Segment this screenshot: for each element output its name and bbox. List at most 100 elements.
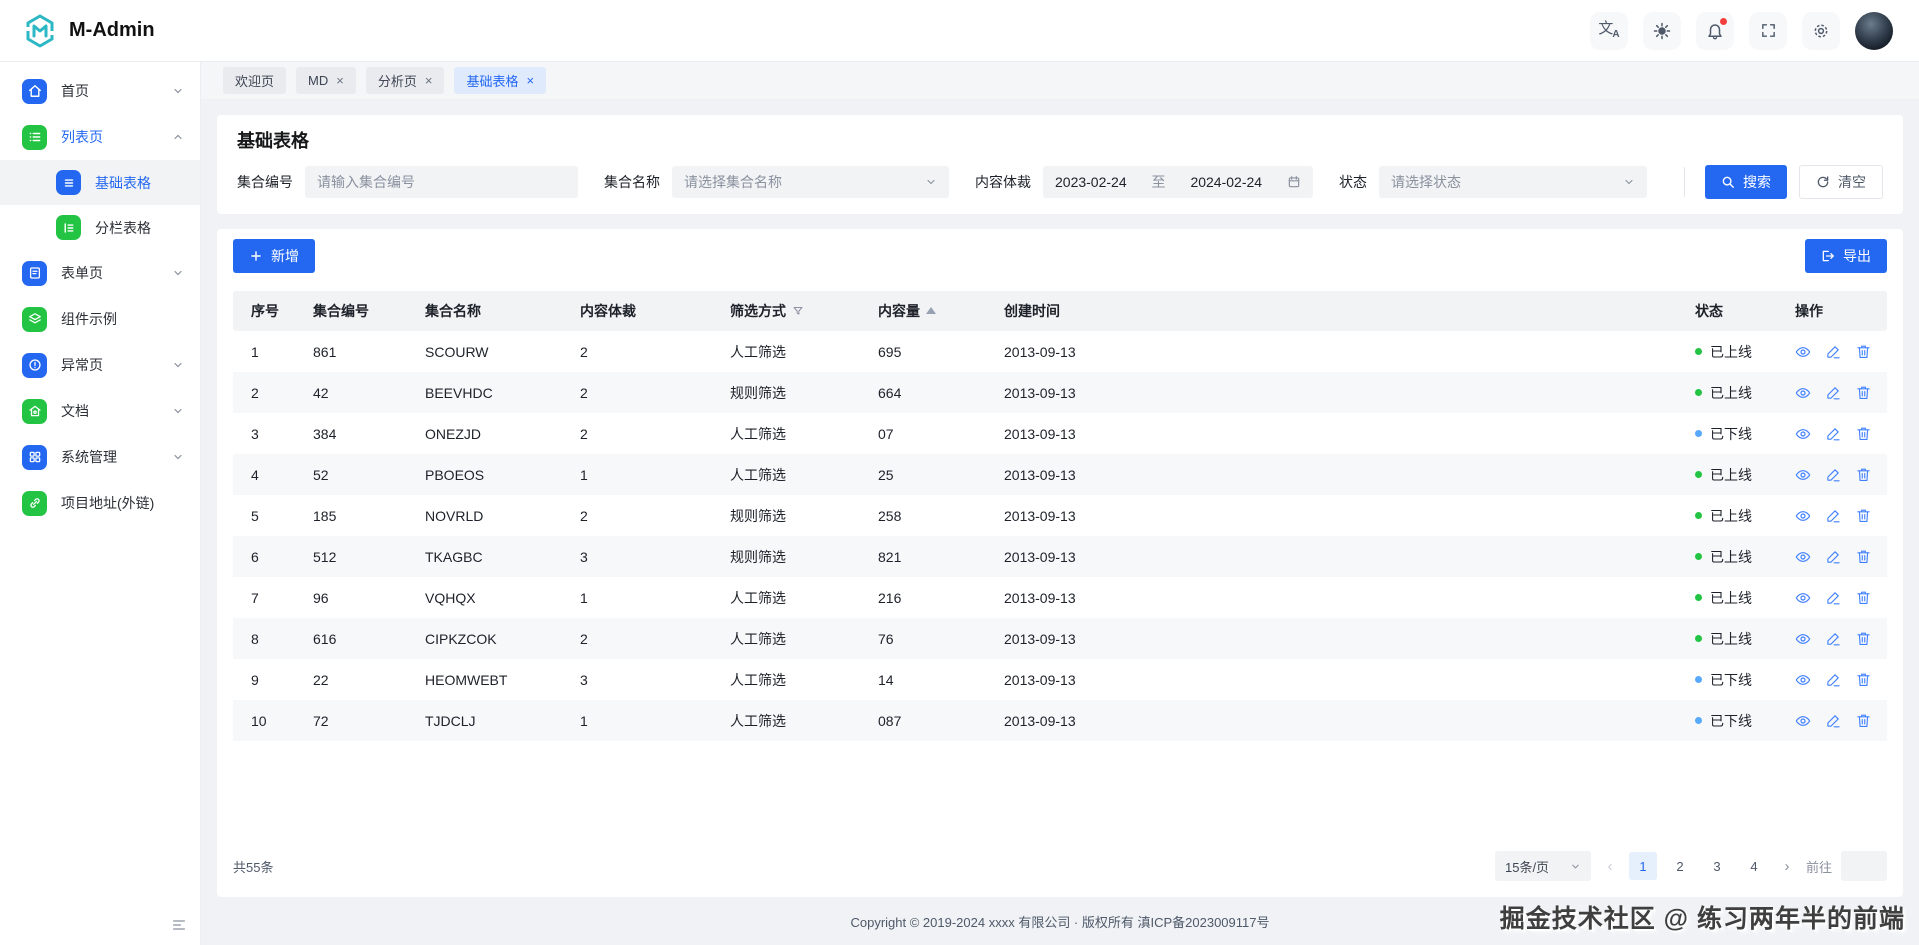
next-page-icon[interactable]: ›: [1777, 858, 1797, 875]
view-eye-icon[interactable]: [1795, 631, 1811, 647]
goto-page-input[interactable]: [1841, 851, 1887, 881]
page-button-3[interactable]: 3: [1703, 852, 1731, 880]
status-select[interactable]: 请选择状态: [1379, 166, 1647, 198]
delete-trash-icon[interactable]: [1856, 549, 1871, 564]
view-eye-icon[interactable]: [1795, 672, 1811, 688]
clear-button[interactable]: 清空: [1799, 165, 1883, 199]
funnel-filter-icon[interactable]: [792, 305, 804, 317]
code-input[interactable]: [317, 174, 566, 190]
brand: M-Admin: [22, 13, 155, 49]
delete-trash-icon[interactable]: [1856, 713, 1871, 728]
table-header: 序号 集合编号 集合名称 内容体裁 筛选方式 内容量: [233, 291, 1887, 331]
edit-pencil-icon[interactable]: [1826, 713, 1841, 728]
sidebar-item-project-link[interactable]: 项目地址(外链): [0, 480, 200, 526]
page-size-select[interactable]: 15条/页: [1495, 851, 1591, 881]
cell-genre: 3: [562, 672, 712, 688]
app-logo-icon: [22, 13, 58, 49]
tab-analysis[interactable]: 分析页 ×: [366, 67, 445, 94]
edit-pencil-icon[interactable]: [1826, 426, 1841, 441]
notifications-bell-icon[interactable]: [1696, 12, 1734, 50]
prev-page-icon[interactable]: ‹: [1600, 858, 1620, 875]
date-start[interactable]: 2023-02-24: [1055, 174, 1127, 190]
page-button-2[interactable]: 2: [1666, 852, 1694, 880]
add-button[interactable]: 新增: [233, 239, 315, 273]
edit-pencil-icon[interactable]: [1826, 508, 1841, 523]
page-button-4[interactable]: 4: [1740, 852, 1768, 880]
cell-status: 已上线: [1677, 588, 1777, 608]
close-icon[interactable]: ×: [425, 74, 433, 87]
delete-trash-icon[interactable]: [1856, 590, 1871, 605]
view-eye-icon[interactable]: [1795, 508, 1811, 524]
status-badge: 已下线: [1710, 670, 1752, 690]
delete-trash-icon[interactable]: [1856, 508, 1871, 523]
cell-actions: [1777, 467, 1887, 483]
delete-trash-icon[interactable]: [1856, 344, 1871, 359]
edit-pencil-icon[interactable]: [1826, 590, 1841, 605]
delete-trash-icon[interactable]: [1856, 426, 1871, 441]
status-dot: [1695, 594, 1702, 601]
sidebar-item-label: 异常页: [61, 355, 158, 375]
edit-pencil-icon[interactable]: [1826, 631, 1841, 646]
translate-icon[interactable]: 文A: [1590, 12, 1628, 50]
delete-trash-icon[interactable]: [1856, 385, 1871, 400]
view-eye-icon[interactable]: [1795, 426, 1811, 442]
edit-pencil-icon[interactable]: [1826, 385, 1841, 400]
cell-genre: 2: [562, 344, 712, 360]
close-icon[interactable]: ×: [526, 74, 534, 87]
view-eye-icon[interactable]: [1795, 467, 1811, 483]
settings-gear-icon[interactable]: [1802, 12, 1840, 50]
fullscreen-icon[interactable]: [1749, 12, 1787, 50]
export-button[interactable]: 导出: [1805, 239, 1887, 273]
table-body: 1 861 SCOURW 2 人工筛选 695 2013-09-13 已上线 2…: [233, 331, 1887, 741]
close-icon[interactable]: ×: [336, 74, 344, 87]
name-select[interactable]: 请选择集合名称: [672, 166, 949, 198]
cell-status: 已上线: [1677, 383, 1777, 403]
cell-volume: 821: [860, 549, 986, 565]
edit-pencil-icon[interactable]: [1826, 549, 1841, 564]
sidebar-item-docs[interactable]: 文档: [0, 388, 200, 434]
theme-toggle-icon[interactable]: [1643, 12, 1681, 50]
view-eye-icon[interactable]: [1795, 713, 1811, 729]
search-button[interactable]: 搜索: [1705, 165, 1787, 199]
sidebar-item-home[interactable]: 首页: [0, 68, 200, 114]
sidebar-item-label: 组件示例: [61, 309, 184, 329]
sidebar-collapse-icon[interactable]: [171, 917, 187, 933]
cell-name: BEEVHDC: [407, 385, 562, 401]
tab-md[interactable]: MD ×: [296, 67, 356, 94]
sidebar-item-column-table[interactable]: 分栏表格: [0, 205, 200, 250]
view-eye-icon[interactable]: [1795, 385, 1811, 401]
delete-trash-icon[interactable]: [1856, 672, 1871, 687]
sidebar-item-exception-pages[interactable]: 异常页: [0, 342, 200, 388]
user-avatar[interactable]: [1855, 12, 1893, 50]
view-eye-icon[interactable]: [1795, 590, 1811, 606]
cell-index: 5: [233, 508, 295, 524]
sidebar: 首页 列表页 基础表格 分栏表格: [0, 62, 201, 945]
tab-welcome[interactable]: 欢迎页: [223, 67, 286, 94]
date-end[interactable]: 2024-02-24: [1190, 174, 1262, 190]
cell-genre: 2: [562, 631, 712, 647]
content: 基础表格 集合编号 集合名称 请选择集合名称 内容体裁: [201, 100, 1919, 897]
tab-basic-table[interactable]: 基础表格 ×: [454, 67, 546, 94]
table-card: 新增 导出 序号 集合编号 集合名称 内容体裁: [217, 229, 1903, 897]
status-badge: 已上线: [1710, 506, 1752, 526]
sidebar-item-form-pages[interactable]: 表单页: [0, 250, 200, 296]
page-button-1[interactable]: 1: [1629, 852, 1657, 880]
cell-volume: 07: [860, 426, 986, 442]
view-eye-icon[interactable]: [1795, 344, 1811, 360]
date-range-picker[interactable]: 2023-02-24 至 2024-02-24: [1043, 166, 1313, 198]
sidebar-item-system-management[interactable]: 系统管理: [0, 434, 200, 480]
delete-trash-icon[interactable]: [1856, 631, 1871, 646]
delete-trash-icon[interactable]: [1856, 467, 1871, 482]
sidebar-item-components[interactable]: 组件示例: [0, 296, 200, 342]
table-toolbar: 新增 导出: [233, 239, 1887, 273]
edit-pencil-icon[interactable]: [1826, 344, 1841, 359]
sidebar-item-basic-table[interactable]: 基础表格: [0, 160, 200, 205]
edit-pencil-icon[interactable]: [1826, 467, 1841, 482]
status-badge: 已下线: [1710, 711, 1752, 731]
cell-filter-method: 人工筛选: [712, 629, 860, 649]
edit-pencil-icon[interactable]: [1826, 672, 1841, 687]
sidebar-item-list-pages[interactable]: 列表页: [0, 114, 200, 160]
sort-ascending-icon[interactable]: [926, 307, 936, 314]
view-eye-icon[interactable]: [1795, 549, 1811, 565]
col-created: 创建时间: [986, 301, 1677, 321]
